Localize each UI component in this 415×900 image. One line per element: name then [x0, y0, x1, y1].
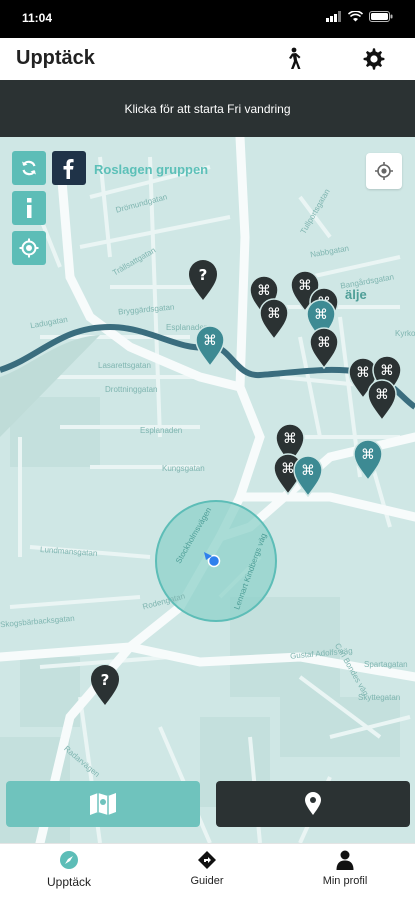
street-label: Skogsbärbacksgatan — [0, 613, 75, 630]
map-view-button[interactable] — [6, 781, 200, 827]
svg-text:⌘: ⌘ — [314, 307, 328, 323]
street-label: Bryggärdsgatan — [117, 302, 175, 317]
group-label[interactable]: Roslagen gruppen — [94, 162, 208, 177]
place-pin-highlighted[interactable]: ⌘ — [353, 439, 383, 481]
svg-text:?: ? — [199, 266, 208, 284]
unknown-place-pin[interactable]: ? — [90, 664, 120, 706]
street-label: Nabbgatan — [309, 243, 350, 260]
facebook-button[interactable] — [52, 151, 86, 185]
street-label: Spartagatan — [364, 660, 408, 669]
tab-label: Upptäck — [46, 875, 92, 889]
street-label: Radarvägen — [62, 744, 102, 779]
street-label: Skyttegatan — [358, 693, 401, 702]
street-label: Tullportsgatan — [298, 187, 332, 236]
my-location-button[interactable] — [366, 153, 402, 189]
street-label: Lasarettsgatan — [98, 361, 151, 370]
street-label: Trällsattgatan — [110, 245, 158, 278]
svg-text:⌘: ⌘ — [283, 431, 297, 447]
wifi-icon — [348, 11, 363, 22]
place-pin-highlighted[interactable]: ⌘ — [195, 325, 225, 367]
svg-text:⌘: ⌘ — [361, 447, 375, 463]
svg-text:⌘: ⌘ — [203, 333, 217, 349]
tab-bar: Upptäck Guider Min profil — [0, 843, 415, 900]
status-bar: 11:04 — [0, 0, 415, 38]
refresh-icon — [22, 160, 36, 176]
tab-label: Min profil — [322, 875, 368, 887]
svg-text:⌘: ⌘ — [301, 463, 315, 479]
gear-icon — [363, 48, 385, 70]
street-label: älje — [345, 287, 367, 302]
svg-text:⌘: ⌘ — [267, 306, 281, 322]
app-header: Upptäck — [0, 38, 415, 80]
place-pin-highlighted[interactable]: ⌘ — [293, 455, 323, 497]
map-view[interactable]: Drömundgatan Trällsattgatan Ladugatan Br… — [0, 137, 415, 843]
svg-text:⌘: ⌘ — [380, 363, 394, 379]
unknown-place-pin[interactable]: ? — [188, 259, 218, 301]
map-icon — [90, 793, 116, 815]
place-pin[interactable]: ⌘ — [259, 298, 289, 340]
walk-mode-button[interactable] — [278, 44, 308, 74]
center-location-button[interactable] — [12, 231, 46, 265]
street-label: Ladugatan — [29, 314, 69, 331]
place-pin[interactable]: ⌘ — [367, 379, 397, 421]
page-title: Upptäck — [16, 47, 95, 69]
info-button[interactable] — [12, 191, 46, 225]
street-label: Lennart Kindbergs väg — [232, 532, 269, 611]
status-icons — [326, 11, 393, 22]
tab-guider[interactable]: Guider — [138, 850, 276, 887]
status-time: 11:04 — [22, 11, 53, 25]
gps-icon — [375, 162, 393, 180]
place-view-button[interactable] — [216, 781, 410, 827]
compass-icon — [60, 851, 78, 869]
info-icon — [27, 198, 32, 218]
street-label: Drottninggatan — [105, 385, 158, 394]
street-label: Esplanaden — [140, 426, 183, 435]
street-label: Drömundgatan — [114, 192, 169, 215]
svg-text:⌘: ⌘ — [375, 387, 389, 403]
street-label: Kungsgatan — [162, 464, 205, 473]
place-pin[interactable]: ⌘ — [309, 327, 339, 369]
svg-text:⌘: ⌘ — [257, 283, 271, 299]
facebook-icon — [63, 159, 74, 179]
diamond-route-icon — [198, 851, 216, 869]
start-free-walk-banner[interactable]: Klicka för att starta Fri vandring — [0, 80, 415, 137]
street-label: Lundmansgatan — [39, 545, 98, 558]
battery-icon — [369, 11, 393, 22]
svg-text:?: ? — [101, 671, 110, 689]
banner-text: Klicka för att starta Fri vandring — [124, 101, 291, 116]
location-pin-icon — [305, 792, 321, 815]
refresh-button[interactable] — [12, 151, 46, 185]
person-icon — [336, 850, 354, 870]
signal-icon — [326, 11, 341, 22]
street-label: Rodengatan — [141, 591, 187, 612]
crosshair-icon — [19, 238, 39, 258]
street-label: Stockholmsvägen — [173, 505, 214, 566]
walking-person-icon — [289, 47, 301, 69]
tab-label: Guider — [190, 875, 224, 887]
tab-min-profil[interactable]: Min profil — [276, 850, 414, 887]
street-labels: Drömundgatan Trällsattgatan Ladugatan Br… — [0, 137, 415, 843]
tab-upptack[interactable]: Upptäck — [0, 850, 138, 889]
svg-text:⌘: ⌘ — [317, 335, 331, 351]
settings-button[interactable] — [359, 44, 389, 74]
street-label: Kyrko — [395, 329, 415, 338]
